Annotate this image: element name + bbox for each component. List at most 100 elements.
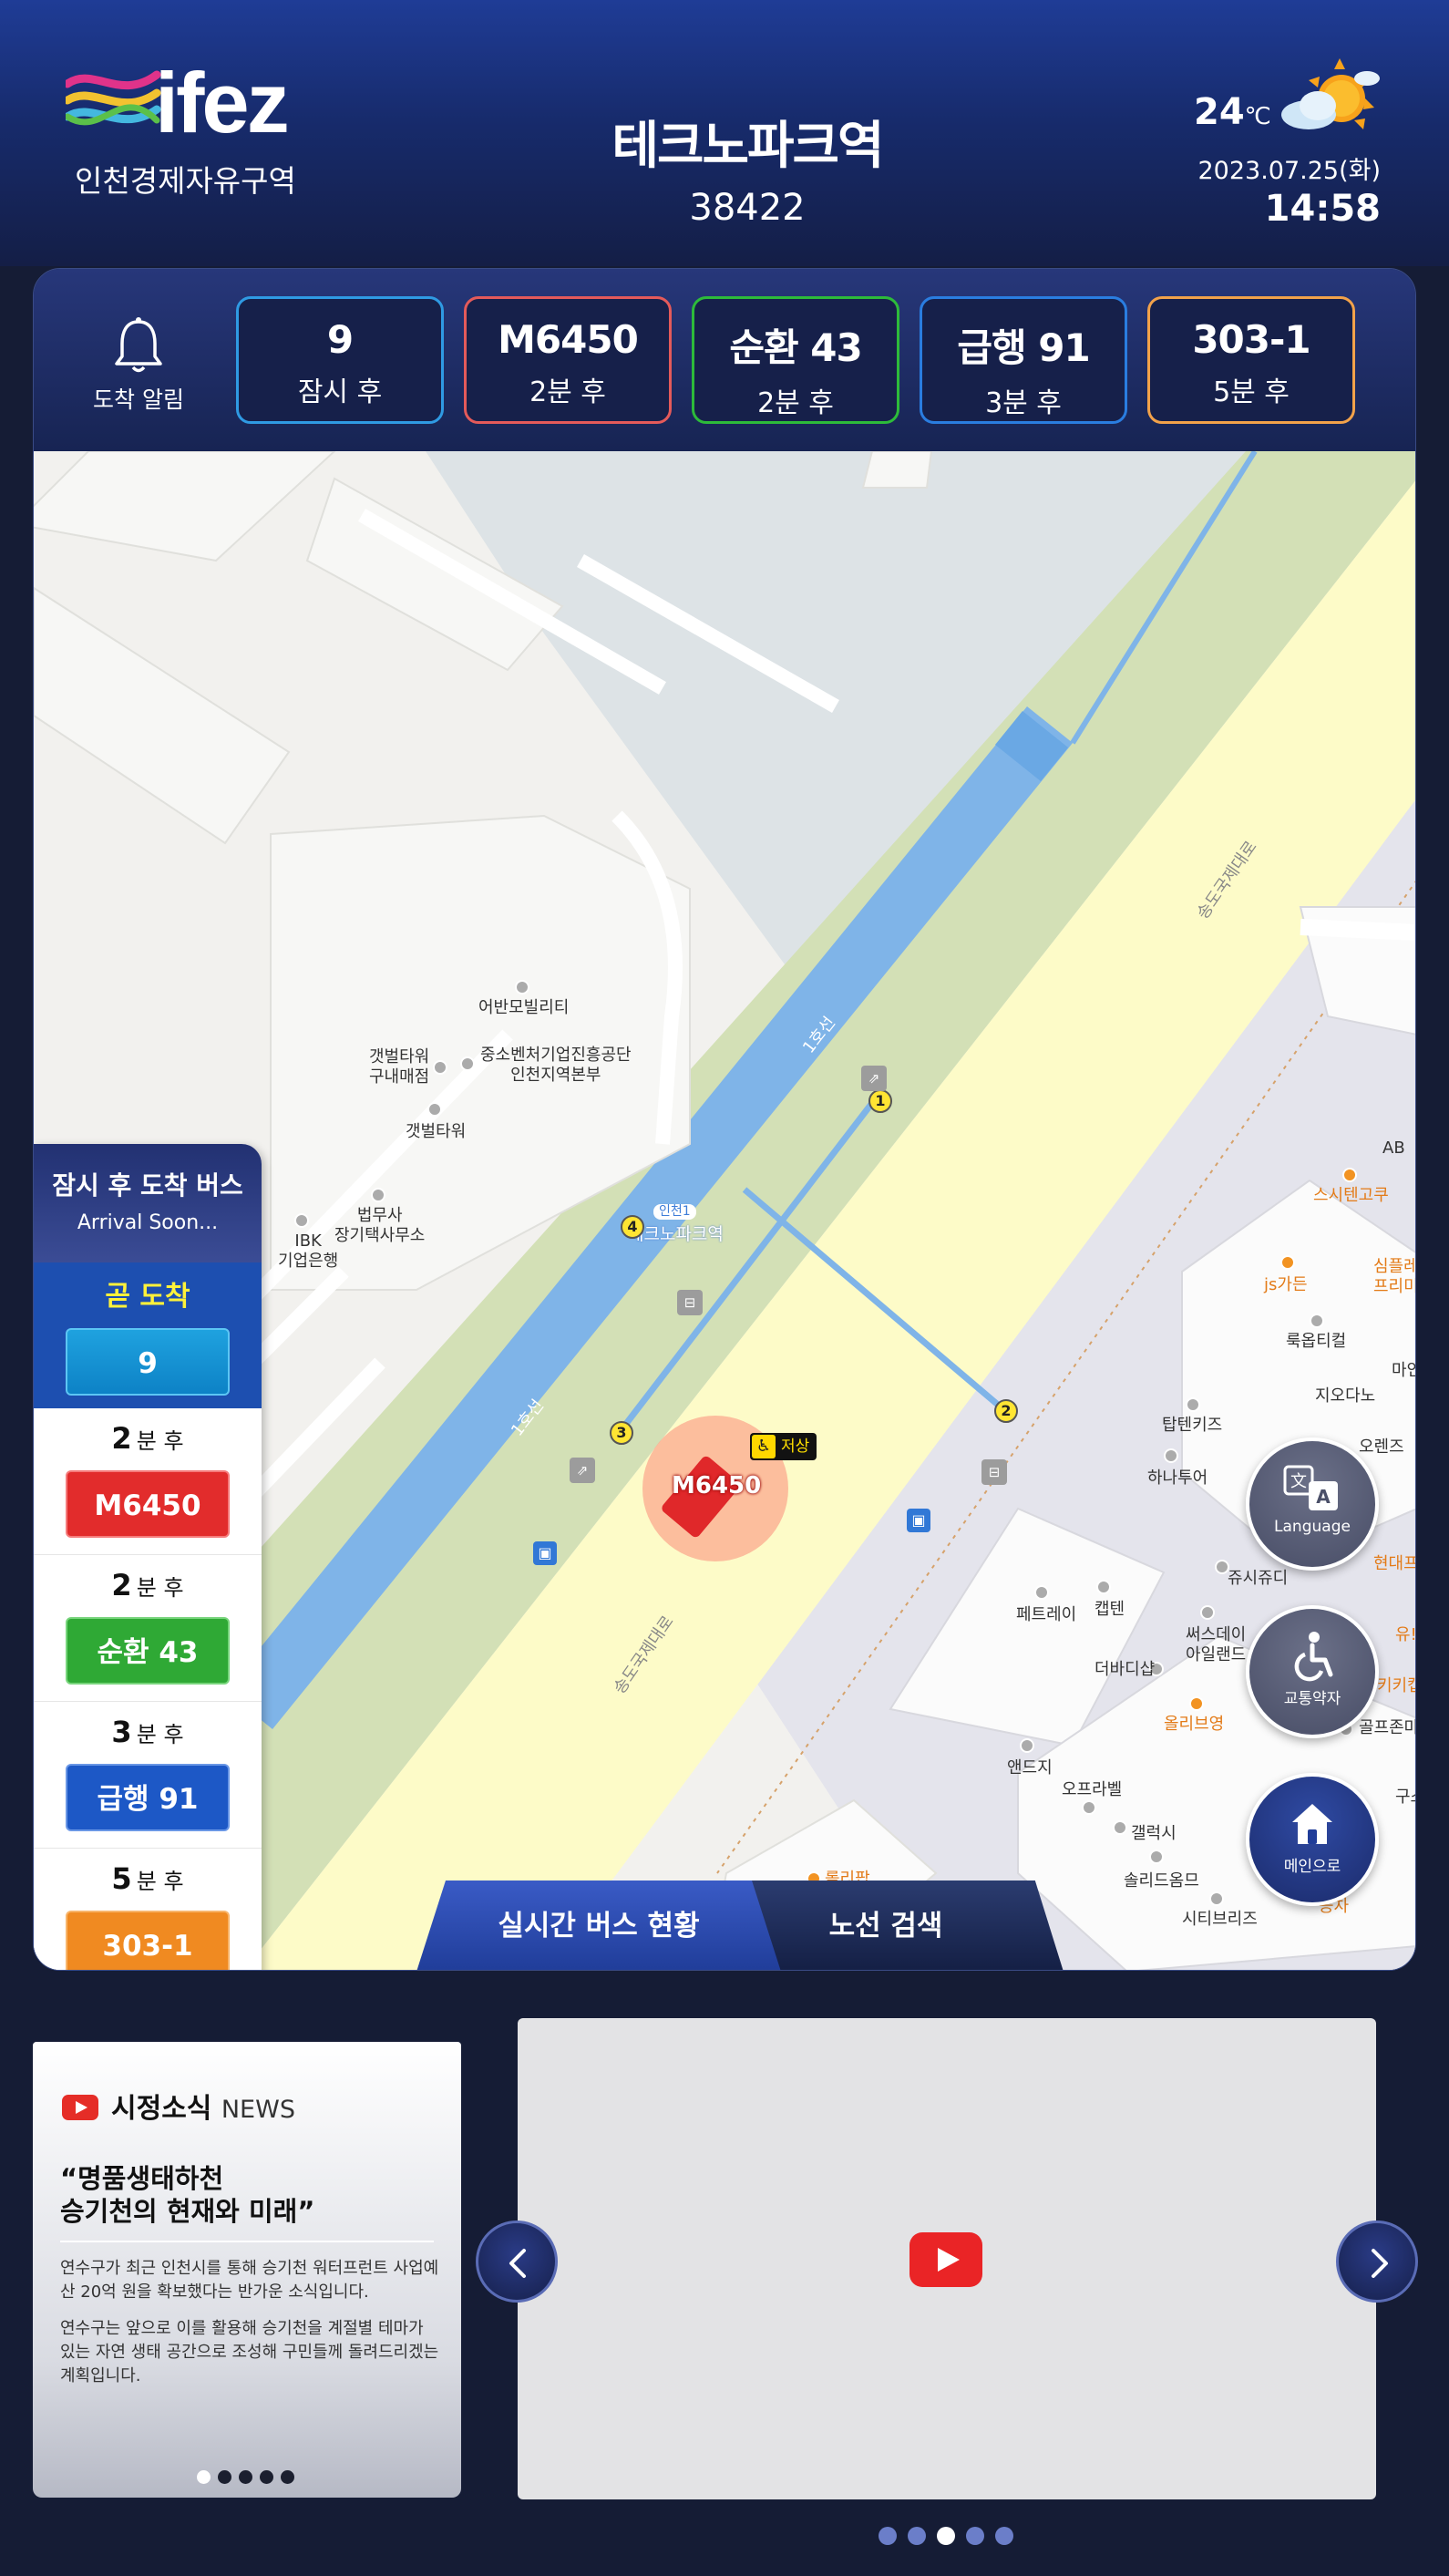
news-page-dot[interactable] [281,2470,294,2484]
poi-dot [427,1102,442,1117]
carousel-next-button[interactable] [1336,2221,1418,2303]
poi-label: 어반모빌리티 [478,998,570,1017]
route-eta: 3분 후 [985,387,1062,419]
chevron-right-icon [1372,2249,1388,2278]
poi-dot [1096,1580,1111,1594]
news-card[interactable]: 시정소식 NEWS “명품생태하천 승기천의 현재와 미래” 연수구가 최근 인… [33,2031,461,2498]
poi-label: 지오다노 [1315,1386,1376,1406]
exit-3-marker[interactable]: 3 [610,1421,633,1445]
bus-stop-icon[interactable]: ▣ [907,1509,930,1532]
time: 14:58 [1264,188,1381,230]
video-page-dot[interactable] [908,2527,926,2545]
tab-realtime-bus[interactable]: 실시간 버스 현황 [416,1880,781,1970]
carousel-prev-button[interactable] [476,2221,558,2303]
arrival-alarm-button[interactable]: 도착 알림 [79,316,198,426]
poi-label: 캡텐 [1094,1600,1125,1619]
bell-icon [115,317,162,373]
arrival-unit: 분 후 [136,1722,184,1747]
news-paragraph: 연수구가 최근 인천시를 통해 승기천 워터프런트 사업예산 20억 원을 확보… [60,2259,439,2303]
poi-label: 하나투어 [1147,1468,1208,1488]
temperature-unit: ℃ [1244,103,1271,130]
language-label: Language [1274,1518,1351,1536]
main-panel: 도착 알림 9 잠시 후 M6450 2분 후 순환 43 2분 후 급행 91… [33,268,1416,1971]
accessibility-button[interactable]: 교통약자 [1246,1605,1379,1738]
youtube-icon [62,2095,98,2120]
poi-label: 스시텐고쿠 [1313,1186,1389,1205]
map-view[interactable]: 1호선 1호선 송도국제대로 송도국제대로 인천1 테크노파크역 1 2 3 4… [34,451,1416,1970]
route-card-303-1[interactable]: 303-1 5분 후 [1147,296,1355,424]
route-eta: 잠시 후 [297,376,383,408]
station-name: 테크노파크역 [611,117,884,176]
exit-4-marker[interactable]: 4 [621,1215,644,1239]
route-card-express-91[interactable]: 급행 91 3분 후 [920,296,1127,424]
route-card-m6450[interactable]: M6450 2분 후 [464,296,672,424]
alarm-label: 도착 알림 [93,386,184,413]
route-card-9[interactable]: 9 잠시 후 [236,296,444,424]
arrival-minutes: 2 [111,1421,132,1456]
route-pill: M6450 [66,1470,230,1538]
video-page-dot[interactable] [966,2527,984,2545]
news-body: 연수구가 최근 인천시를 통해 승기천 워터프런트 사업예산 20억 원을 확보… [60,2257,443,2401]
video-player[interactable] [518,2018,1376,2499]
poi-label: 오프라벨 [1062,1780,1123,1799]
news-page-dot[interactable] [239,2470,252,2484]
route-number: 순환 43 [729,325,862,370]
poi-dot [460,1056,475,1071]
arrival-soon-item[interactable]: 곧 도착 9 [34,1262,262,1408]
accessibility-label: 교통약자 [1283,1690,1341,1708]
svg-text:A: A [1316,1486,1331,1508]
arrival-panel-header: 잠시 후 도착 버스 Arrival Soon... [34,1144,262,1262]
poi-label: 키키캡 [1377,1676,1415,1695]
video-page-dot[interactable] [995,2527,1013,2545]
temperature-value: 24 [1194,91,1245,133]
poi-label: 갯벌타워 [406,1122,467,1141]
route-card-circular-43[interactable]: 순환 43 2분 후 [692,296,899,424]
arrival-unit: 분 후 [136,1575,184,1601]
video-page-dot[interactable] [937,2527,955,2545]
escalator-icon: ⇗ [570,1458,595,1483]
ifez-logo: ifez 인천경제자유구역 [66,60,303,202]
video-page-dot[interactable] [879,2527,897,2545]
poi-label: 시티브리즈 [1182,1910,1258,1929]
route-pill: 순환 43 [66,1617,230,1685]
news-page-dot[interactable] [197,2470,211,2484]
arrival-soon-panel: 잠시 후 도착 버스 Arrival Soon... 곧 도착 9 2 분 후 … [34,1144,262,1970]
news-page-dot[interactable] [260,2470,273,2484]
news-title-en: NEWS [221,2096,295,2124]
bus-stop-icon[interactable]: ▣ [533,1541,557,1565]
arrival-unit: 분 후 [136,1869,184,1894]
map-bus-label: M6450 [672,1472,762,1499]
poi-dot [1082,1800,1096,1815]
arrival-list-item[interactable]: 3 분 후 급행 91 [34,1702,262,1849]
station-line-tag: 인천1 [653,1204,696,1220]
poi-dot [1186,1397,1200,1412]
poi-dot [371,1188,385,1202]
poi-dot [1020,1738,1034,1753]
arrival-panel-subtitle: Arrival Soon... [77,1211,219,1234]
arrival-list-item[interactable]: 2 분 후 순환 43 [34,1555,262,1702]
arrival-unit: 분 후 [136,1428,184,1454]
news-page-dot[interactable] [218,2470,231,2484]
parking-icon: ⊟ [677,1290,703,1315]
header: ifez 인천경제자유구역 테크노파크역 38422 24℃ 2023.07.2… [0,0,1449,266]
exit-2-marker[interactable]: 2 [994,1399,1018,1423]
news-divider [60,2241,434,2242]
youtube-play-icon[interactable] [909,2232,982,2287]
poi-dot [1342,1168,1357,1182]
poi-dot [1164,1448,1178,1463]
exit-1-marker[interactable]: 1 [868,1089,892,1113]
poi-label: 현대프 [1373,1554,1416,1573]
arrival-list-item[interactable]: 2 분 후 M6450 [34,1408,262,1555]
language-button[interactable]: 文 A Language [1246,1437,1379,1571]
route-eta: 2분 후 [529,376,606,408]
route-number: 급행 91 [957,325,1090,370]
route-number: 303-1 [1192,317,1310,362]
poi-label: 중소벤처기업진흥공단 인천지역본부 [480,1046,632,1085]
poi-label: 마인 [1392,1361,1415,1380]
arrival-list-item[interactable]: 5 분 후 303-1 [34,1849,262,1970]
home-button[interactable]: 메인으로 [1246,1773,1379,1906]
poi-label: 구스 [1395,1788,1415,1807]
poi-label: AB [1382,1139,1405,1158]
news-title-ko: 시정소식 [111,2093,212,2125]
logo-text: ifez [155,55,290,150]
